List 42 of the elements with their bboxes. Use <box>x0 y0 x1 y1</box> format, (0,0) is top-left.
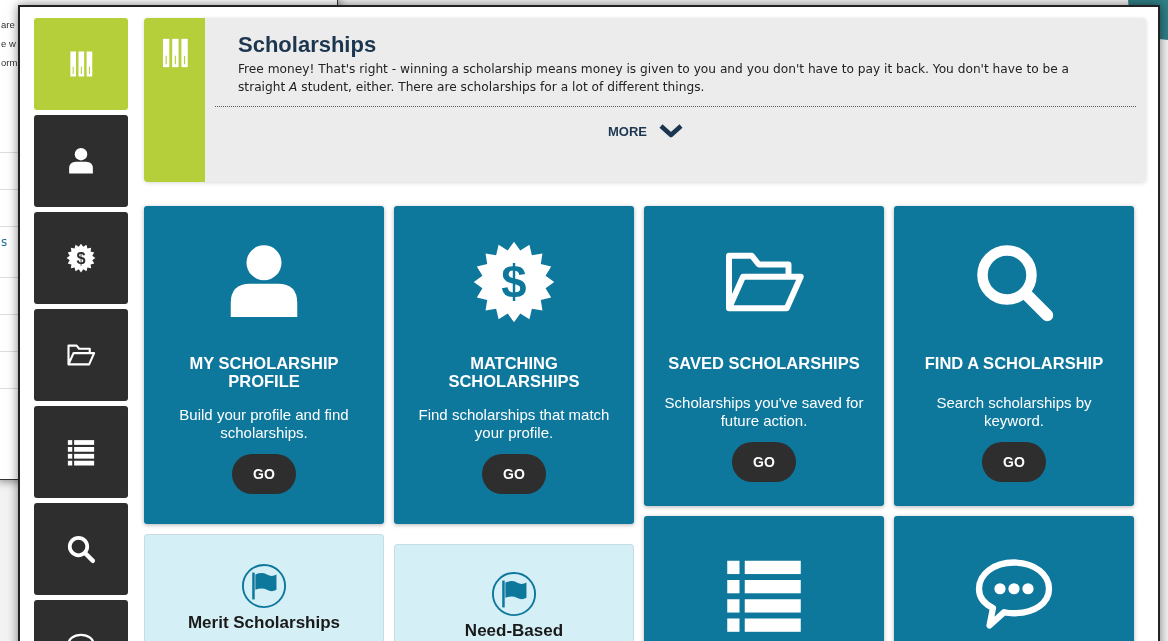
flag-icon <box>241 563 287 609</box>
go-button[interactable]: GO <box>482 454 546 494</box>
partial-link[interactable]: s <box>0 235 11 249</box>
card-title: Need-Based <box>464 621 564 641</box>
card-title: FIND A SCHOLARSHIP <box>924 354 1104 372</box>
list-icon <box>66 437 96 467</box>
feature-card[interactable] <box>894 516 1134 641</box>
partial-text: e w <box>1 37 16 51</box>
card-title: SAVED SCHOLARSHIPS <box>668 354 860 372</box>
sidebar-button[interactable] <box>34 503 128 595</box>
chevron-down-icon <box>659 123 683 139</box>
card-description: Scholarships you've saved for future action. <box>663 394 865 430</box>
feature-card[interactable]: SAVED SCHOLARSHIPS Scholarships you've saved for future action. GO <box>644 206 884 506</box>
feature-card[interactable] <box>644 516 884 641</box>
page-title: Scholarships <box>238 32 378 58</box>
person-icon <box>66 146 96 176</box>
go-button[interactable]: GO <box>232 454 296 494</box>
go-button[interactable]: GO <box>982 442 1046 482</box>
card-title: Merit Scholarships <box>187 613 341 633</box>
card-description: Search scholarships by keyword. <box>935 394 1093 430</box>
feature-card[interactable]: FIND A SCHOLARSHIP Search scholarships by keyword. GO <box>894 206 1134 506</box>
feature-card[interactable]: MY SCHOLARSHIP PROFILE Build your profile and find scholarships. GO <box>144 206 384 524</box>
sidebar-button[interactable]: $ <box>34 212 128 304</box>
partial-text: are <box>1 18 15 32</box>
dollar-badge-icon: $ <box>472 240 556 324</box>
search-icon <box>66 534 96 564</box>
partial-text: orm <box>1 56 18 70</box>
card-title: MY SCHOLARSHIP PROFILE <box>188 354 340 390</box>
sidebar-button[interactable] <box>34 309 128 401</box>
card-title: MATCHING SCHOLARSHIPS <box>447 354 581 390</box>
sidebar-button[interactable] <box>34 115 128 207</box>
flag-icon <box>491 571 537 617</box>
category-card[interactable]: Merit Scholarships <box>144 534 384 641</box>
more-button[interactable]: MORE <box>608 123 683 139</box>
intro-paragraph: Free money! That's right - winning a scholarship means money is given to you and you don't have to pay it back. You don't have to be a straight A student, either. There are scholarships for a lot of different things. <box>238 61 1071 96</box>
dollar-badge-icon: $ <box>66 243 96 273</box>
card-description: Find scholarships that match your profile. <box>417 406 611 442</box>
card-description: Build your profile and find scholarships. <box>178 406 350 442</box>
category-card[interactable]: Need-Based <box>394 544 634 641</box>
go-button[interactable]: GO <box>732 442 796 482</box>
feature-card[interactable]: $ MATCHING SCHOLARSHIPS Find scholarships that match your profile. GO <box>394 206 634 524</box>
sidebar-button[interactable] <box>34 406 128 498</box>
